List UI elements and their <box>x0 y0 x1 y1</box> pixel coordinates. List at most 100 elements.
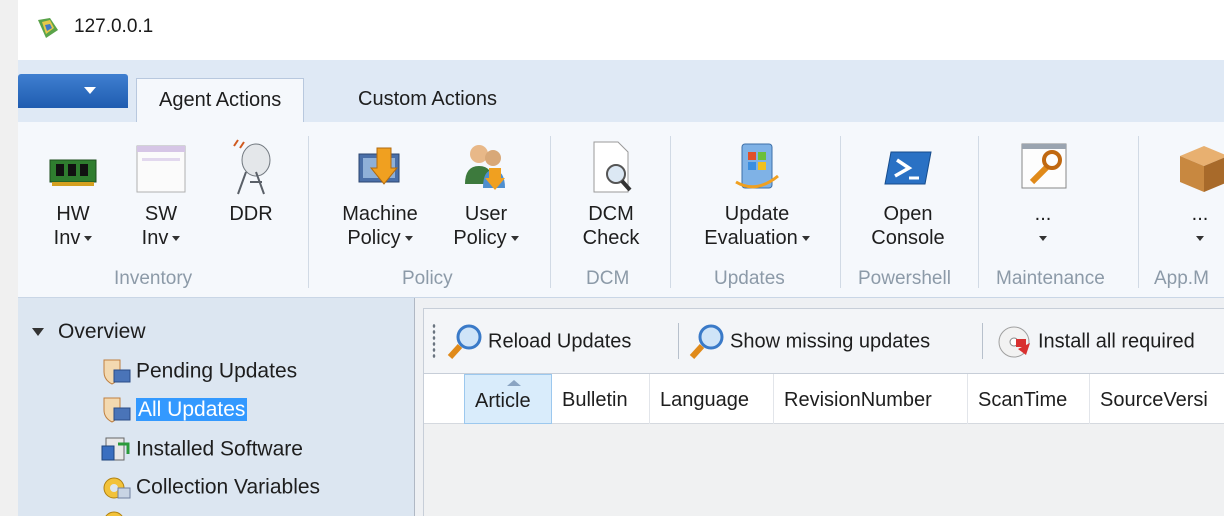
button-label: User <box>464 203 508 225</box>
tree-item-overview[interactable]: Overview <box>32 320 146 344</box>
button-label: Install all required <box>1038 330 1195 353</box>
hw-inv-button[interactable]: HW Inv <box>42 122 104 250</box>
navigation-tree: Overview Pending Updates All Updates Ins… <box>18 298 414 516</box>
show-missing-updates-button[interactable]: Show missing updates <box>688 323 930 363</box>
button-label: Evaluation <box>704 227 798 249</box>
grid-header: Article Bulletin Language RevisionNumber… <box>424 374 1224 424</box>
column-label: SourceVersi <box>1100 389 1208 411</box>
ribbon-separator <box>550 136 551 288</box>
button-label: ... <box>1191 203 1209 225</box>
column-label: ScanTime <box>978 389 1068 411</box>
toolbar-separator <box>982 323 983 359</box>
software-install-icon <box>100 436 132 464</box>
ribbon-separator <box>840 136 841 288</box>
tree-item-label: All Updates <box>136 397 248 421</box>
tree-item-all-updates[interactable]: All Updates <box>100 396 248 424</box>
dcm-check-button[interactable]: DCM Check <box>572 122 650 250</box>
gear-icon <box>100 508 132 516</box>
column-header-revision-number[interactable]: RevisionNumber <box>774 374 968 424</box>
updates-toolbar: Reload Updates Show missing updates Inst… <box>423 308 1224 374</box>
install-all-required-button[interactable]: Install all required <box>996 323 1195 363</box>
button-label: SW <box>144 203 178 225</box>
tab-agent-actions[interactable]: Agent Actions <box>136 78 305 122</box>
tab-custom-actions[interactable]: Custom Actions <box>336 78 519 122</box>
memory-chip-icon <box>46 138 100 196</box>
update-evaluation-button[interactable]: Update Evaluation <box>692 122 822 250</box>
tree-item-label: Pending Updates <box>136 359 298 383</box>
column-header-bulletin[interactable]: Bulletin <box>552 374 650 424</box>
ribbon: HW Inv SW Inv DDR Inventory Machine Poli… <box>18 122 1224 298</box>
app-menu-button[interactable] <box>18 74 128 108</box>
group-label-maintenance: Maintenance <box>996 268 1105 289</box>
dropdown-arrow-icon <box>510 236 519 242</box>
updates-grid: Article Bulletin Language RevisionNumber… <box>423 374 1224 516</box>
tree-item-pending-updates[interactable]: Pending Updates <box>100 358 297 386</box>
user-policy-button[interactable]: User Policy <box>444 122 528 250</box>
toolbar-grip[interactable] <box>432 323 436 359</box>
sort-ascending-icon <box>507 380 521 386</box>
tree-item-installed-software[interactable]: Installed Software <box>100 436 303 464</box>
ribbon-separator <box>1138 136 1139 288</box>
open-console-button[interactable]: Open Console <box>862 122 954 250</box>
button-label: DDR <box>229 203 273 225</box>
app-icon <box>36 16 60 40</box>
magnifier-icon <box>446 323 484 361</box>
button-label: Update <box>724 203 790 225</box>
ribbon-tabstrip: Agent Actions Custom Actions <box>18 60 1224 122</box>
tree-item-label: Collection Variables <box>136 475 321 499</box>
ddr-button[interactable]: DDR <box>218 122 284 226</box>
group-label-app-management: App.M <box>1154 268 1209 289</box>
dropdown-arrow-icon <box>404 236 413 242</box>
shield-monitor-icon <box>100 358 132 386</box>
button-label: Reload Updates <box>488 330 632 353</box>
group-label-dcm: DCM <box>586 268 630 289</box>
machine-policy-button[interactable]: Machine Policy <box>330 122 430 250</box>
app-management-menu-button[interactable]: ... <box>1170 122 1224 250</box>
window-icon <box>134 138 188 196</box>
tree-item-label: Overview <box>58 320 146 343</box>
button-label: Console <box>871 227 945 249</box>
magnifier-icon <box>688 323 726 361</box>
tab-label: Agent Actions <box>159 89 282 111</box>
satellite-dish-icon <box>224 138 278 196</box>
powershell-icon <box>881 138 935 196</box>
windows-update-icon <box>730 138 784 196</box>
column-label: RevisionNumber <box>784 389 932 411</box>
column-header-article[interactable]: Article <box>464 374 552 424</box>
package-icon <box>1174 138 1224 196</box>
button-label: Machine <box>342 203 418 225</box>
sw-inv-button[interactable]: SW Inv <box>130 122 192 250</box>
button-label: Show missing updates <box>730 330 931 353</box>
dropdown-arrow-icon <box>1196 236 1204 242</box>
button-label: Policy <box>347 227 401 249</box>
column-header-source-version[interactable]: SourceVersi <box>1090 374 1224 424</box>
policy-monitor-icon <box>353 138 407 196</box>
window-title: 127.0.0.1 <box>74 16 154 37</box>
dropdown-arrow-icon <box>1039 236 1047 242</box>
users-icon <box>459 138 513 196</box>
group-label-inventory: Inventory <box>114 268 193 289</box>
column-label: Language <box>660 389 749 411</box>
expand-arrow-icon[interactable] <box>32 328 44 337</box>
main-pane: Reload Updates Show missing updates Inst… <box>414 298 1224 516</box>
group-label-powershell: Powershell <box>858 268 951 289</box>
tree-item-collection-variables[interactable]: Collection Variables <box>100 474 320 502</box>
ribbon-separator <box>308 136 309 288</box>
tab-label: Custom Actions <box>358 88 497 110</box>
ribbon-separator <box>670 136 671 288</box>
tree-item-next[interactable] <box>100 508 136 516</box>
group-label-updates: Updates <box>714 268 785 289</box>
column-header-scan-time[interactable]: ScanTime <box>968 374 1090 424</box>
toolbar-separator <box>678 323 679 359</box>
column-label: Article <box>475 390 531 412</box>
reload-updates-button[interactable]: Reload Updates <box>446 323 631 363</box>
maintenance-menu-button[interactable]: ... <box>1002 122 1084 250</box>
column-header-language[interactable]: Language <box>650 374 774 424</box>
button-label: Check <box>582 227 640 249</box>
dropdown-arrow-icon <box>84 236 93 242</box>
wrench-icon <box>1016 138 1070 196</box>
ribbon-separator <box>978 136 979 288</box>
button-label: Open <box>883 203 933 225</box>
button-label: HW <box>56 203 90 225</box>
gear-icon <box>100 474 132 502</box>
